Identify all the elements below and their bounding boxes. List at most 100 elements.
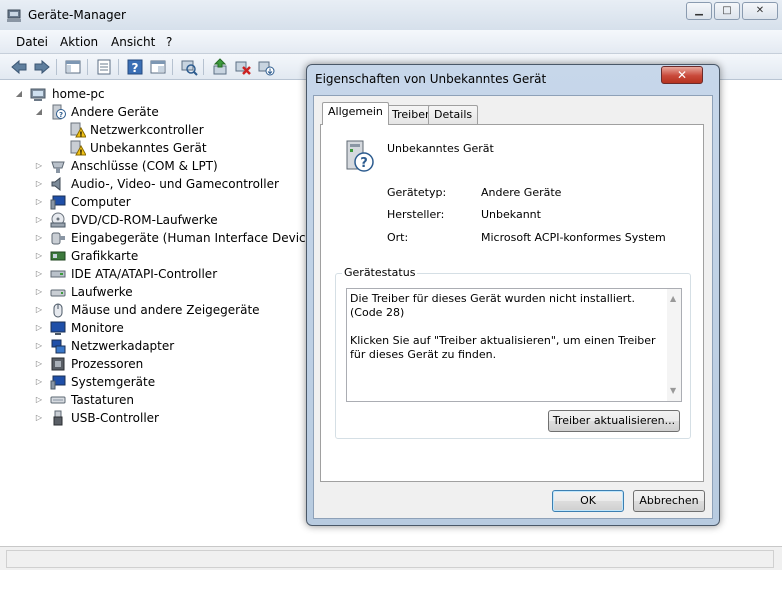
- expand-arrow-icon[interactable]: ▷: [34, 229, 44, 247]
- monitor-icon: [50, 321, 66, 335]
- tree-label: Eingabegeräte (Human Interface Devices): [71, 231, 324, 245]
- unknown-device-icon: ?: [52, 104, 66, 120]
- help-icon[interactable]: ?: [126, 58, 144, 76]
- close-button[interactable]: ✕: [742, 2, 778, 20]
- tree-category-monitore[interactable]: ▷ Monitore: [34, 319, 294, 337]
- tree-label: Tastaturen: [71, 393, 134, 407]
- tree-category-laufwerke[interactable]: ▷ Laufwerke: [34, 283, 294, 301]
- cancel-button[interactable]: Abbrechen: [633, 490, 705, 512]
- tree-label: Anschlüsse (COM & LPT): [71, 159, 218, 173]
- status-line-2: Klicken Sie auf "Treiber aktualisieren",…: [350, 334, 656, 361]
- title-bar[interactable]: Geräte-Manager ▁ □ ✕: [0, 0, 782, 30]
- uninstall-icon[interactable]: [234, 58, 252, 76]
- expand-arrow-icon[interactable]: ▷: [34, 373, 44, 391]
- tree-category-grafikkarte[interactable]: ▷ Grafikkarte: [34, 247, 294, 265]
- device-status-group: Gerätestatus Die Treiber für dieses Gerä…: [335, 266, 691, 439]
- svg-text:?: ?: [59, 111, 63, 119]
- tree-label: IDE ATA/ATAPI-Controller: [71, 267, 218, 281]
- status-scrollbar[interactable]: ▲ ▼: [667, 289, 681, 401]
- tree-label: Andere Geräte: [71, 105, 159, 119]
- expand-arrow-icon[interactable]: ▷: [34, 211, 44, 229]
- scroll-up-icon[interactable]: ▲: [670, 292, 676, 306]
- menu-aktion[interactable]: Aktion: [60, 35, 98, 49]
- tree-category-usb[interactable]: ▷ USB-Controller: [34, 409, 294, 427]
- tree-category-dvd[interactable]: ▷ DVD/CD-ROM-Laufwerke: [34, 211, 294, 229]
- monitor-icon: [50, 195, 66, 210]
- svg-text:!: !: [79, 149, 82, 157]
- expand-arrow-icon[interactable]: ▷: [34, 391, 44, 409]
- expand-arrow-icon[interactable]: ▷: [34, 193, 44, 211]
- expand-arrow-icon[interactable]: ▷: [34, 319, 44, 337]
- minimize-icon: ▁: [695, 5, 703, 16]
- properties-icon[interactable]: [95, 58, 113, 76]
- disable-icon[interactable]: [257, 58, 275, 76]
- tree-item-netzwerkcontroller[interactable]: ! Netzwerkcontroller: [70, 121, 230, 139]
- tree-label: USB-Controller: [71, 411, 159, 425]
- computer-icon: [30, 88, 46, 101]
- expand-arrow-icon[interactable]: ▷: [34, 355, 44, 373]
- tree-category-computer[interactable]: ▷ Computer: [34, 193, 294, 211]
- usb-icon: [53, 410, 63, 426]
- device-name: Unbekanntes Gerät: [387, 142, 494, 155]
- scan-hardware-icon[interactable]: [180, 58, 198, 76]
- system-device-icon: [50, 375, 66, 390]
- tree-label: Mäuse und andere Zeigegeräte: [71, 303, 260, 317]
- expand-arrow-icon[interactable]: ▷: [34, 409, 44, 427]
- menu-bar: Datei Aktion Ansicht ?: [0, 30, 782, 54]
- collapse-arrow-icon[interactable]: ◢: [34, 103, 44, 121]
- back-arrow-icon[interactable]: [10, 58, 28, 76]
- tree-group-andere-geraete[interactable]: ◢ ? Andere Geräte: [34, 103, 234, 121]
- tree-label: Unbekanntes Gerät: [90, 141, 207, 155]
- menu-ansicht[interactable]: Ansicht: [111, 35, 155, 49]
- tree-category-ide[interactable]: ▷ IDE ATA/ATAPI-Controller: [34, 265, 294, 283]
- console-tree-icon[interactable]: [64, 58, 82, 76]
- minimize-button[interactable]: ▁: [686, 2, 712, 20]
- expand-arrow-icon[interactable]: ▷: [34, 283, 44, 301]
- properties-dialog: Eigenschaften von Unbekanntes Gerät ✕ Al…: [306, 64, 720, 526]
- scroll-down-icon[interactable]: ▼: [670, 384, 676, 398]
- location-label: Ort:: [387, 231, 409, 244]
- menu-help[interactable]: ?: [166, 35, 172, 49]
- update-driver-button[interactable]: Treiber aktualisieren...: [548, 410, 680, 432]
- tree-category-systemgeraete[interactable]: ▷ Systemgeräte: [34, 373, 294, 391]
- ok-button[interactable]: OK: [552, 490, 624, 512]
- tree-label: Grafikkarte: [71, 249, 139, 263]
- tree-item-unbekanntes-geraet[interactable]: ! Unbekanntes Gerät: [70, 139, 230, 157]
- close-icon: ✕: [676, 68, 688, 82]
- dialog-close-button[interactable]: ✕: [661, 66, 703, 84]
- svg-text:!: !: [79, 131, 82, 139]
- tab-details[interactable]: Details: [428, 105, 479, 125]
- tree-category-anschluesse[interactable]: ▷ Anschlüsse (COM & LPT): [34, 157, 294, 175]
- manufacturer-value: Unbekannt: [481, 208, 541, 221]
- tree-category-netzwerkadapter[interactable]: ▷ Netzwerkadapter: [34, 337, 294, 355]
- tree-category-audio[interactable]: ▷ Audio-, Video- und Gamecontroller: [34, 175, 294, 193]
- view-icon[interactable]: [149, 58, 167, 76]
- expand-arrow-icon[interactable]: ▷: [34, 247, 44, 265]
- expand-arrow-icon[interactable]: ▷: [34, 175, 44, 193]
- tree-label: Computer: [71, 195, 131, 209]
- collapse-arrow-icon[interactable]: ◢: [14, 85, 24, 103]
- status-bar-pane: [6, 550, 774, 568]
- expand-arrow-icon[interactable]: ▷: [34, 301, 44, 319]
- expand-arrow-icon[interactable]: ▷: [34, 337, 44, 355]
- window-title: Geräte-Manager: [28, 8, 126, 22]
- expand-arrow-icon[interactable]: ▷: [34, 265, 44, 283]
- tab-allgemein[interactable]: Allgemein: [322, 102, 389, 125]
- network-adapter-icon: [51, 339, 66, 354]
- tree-category-prozessoren[interactable]: ▷ Prozessoren: [34, 355, 294, 373]
- expand-arrow-icon[interactable]: ▷: [34, 157, 44, 175]
- display-adapter-icon: [50, 251, 66, 261]
- tree-label: Netzwerkcontroller: [90, 123, 204, 137]
- forward-arrow-icon[interactable]: [33, 58, 51, 76]
- mouse-icon: [53, 303, 63, 318]
- update-driver-icon[interactable]: [211, 58, 229, 76]
- warning-device-icon: !: [70, 122, 86, 138]
- maximize-button[interactable]: □: [714, 2, 740, 20]
- tree-category-tastaturen[interactable]: ▷ Tastaturen: [34, 391, 294, 409]
- tree-root[interactable]: ◢ home-pc: [14, 85, 134, 103]
- menu-datei[interactable]: Datei: [16, 35, 48, 49]
- tree-category-maeuse[interactable]: ▷ Mäuse und andere Zeigegeräte: [34, 301, 294, 319]
- device-status-textbox[interactable]: Die Treiber für dieses Gerät wurden nich…: [346, 288, 682, 402]
- device-status-legend: Gerätestatus: [342, 266, 418, 279]
- tree-category-hid[interactable]: ▷ Eingabegeräte (Human Interface Devices…: [34, 229, 324, 247]
